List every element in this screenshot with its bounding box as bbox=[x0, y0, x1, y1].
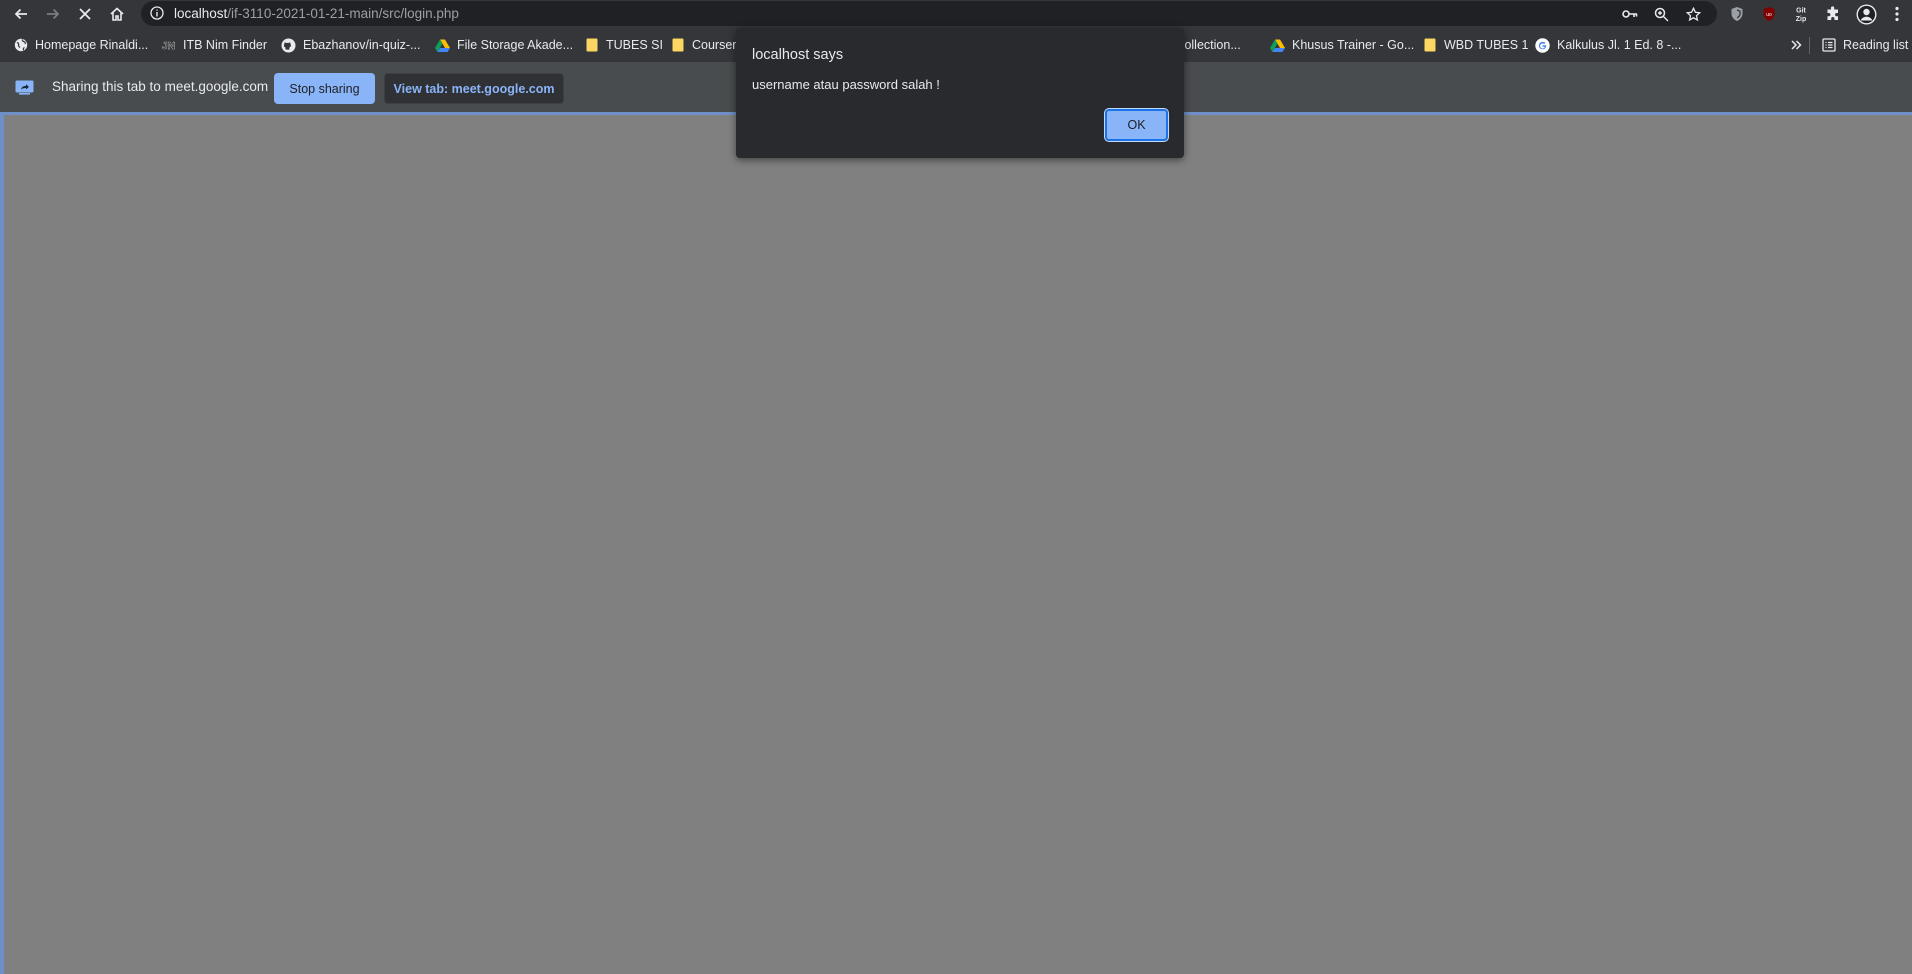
folder-icon bbox=[670, 38, 685, 53]
back-button[interactable] bbox=[9, 2, 33, 26]
svg-text:JN: JN bbox=[162, 41, 175, 52]
bookmark-label: ITB Nim Finder bbox=[183, 38, 268, 52]
bookmark-label: WBD TUBES 1 bbox=[1444, 38, 1529, 52]
reading-list-button[interactable]: Reading list bbox=[1821, 36, 1908, 54]
google-icon bbox=[1535, 37, 1550, 53]
google-drive-icon bbox=[1270, 38, 1285, 53]
chevron-double-right-icon bbox=[1788, 38, 1803, 53]
bookmark-label: Kalkulus Jl. 1 Ed. 8 -... bbox=[1557, 38, 1682, 52]
star-icon[interactable] bbox=[1684, 5, 1702, 23]
url-text: localhost/if-3110-2021-01-21-main/src/lo… bbox=[174, 6, 459, 21]
reading-list-label: Reading list bbox=[1843, 38, 1909, 52]
profile-avatar-icon[interactable] bbox=[1855, 3, 1877, 25]
stop-sharing-button[interactable]: Stop sharing bbox=[274, 73, 375, 104]
folder-icon bbox=[584, 38, 599, 53]
bookmark-khusus-trainer[interactable]: Khusus Trainer - Go... bbox=[1270, 36, 1414, 54]
ublock-icon[interactable]: uo bbox=[1758, 3, 1780, 25]
bookmark-label: Ebazhanov/in-quiz-... bbox=[303, 38, 421, 52]
ok-button[interactable]: OK bbox=[1104, 108, 1169, 142]
bookmark-label: File Storage Akade... bbox=[457, 38, 574, 52]
zoom-icon[interactable] bbox=[1652, 5, 1670, 23]
stop-loading-button[interactable] bbox=[73, 2, 97, 26]
key-icon[interactable] bbox=[1621, 5, 1639, 23]
bookmark-label: TUBES SI bbox=[606, 38, 663, 52]
info-icon[interactable] bbox=[150, 6, 164, 20]
home-icon bbox=[110, 7, 124, 21]
forward-button[interactable] bbox=[41, 2, 65, 26]
bookmark-homepage[interactable]: Homepage Rinaldi... bbox=[13, 36, 148, 54]
extensions-puzzle-icon[interactable] bbox=[1822, 3, 1844, 25]
reading-list-icon bbox=[1821, 38, 1836, 53]
sharing-status-text: Sharing this tab to meet.google.com bbox=[52, 79, 269, 94]
bookmark-wbd-tubes[interactable]: WBD TUBES 1 bbox=[1422, 36, 1529, 54]
svg-text:Zip: Zip bbox=[1796, 16, 1807, 23]
dialog-message: username atau password salah ! bbox=[752, 77, 940, 92]
address-bar[interactable]: localhost/if-3110-2021-01-21-main/src/lo… bbox=[141, 1, 1717, 26]
bookmark-kalkulus[interactable]: Kalkulus Jl. 1 Ed. 8 -... bbox=[1535, 36, 1681, 54]
bookmark-file-storage[interactable]: File Storage Akade... bbox=[435, 36, 573, 54]
browser-toolbar: localhost/if-3110-2021-01-21-main/src/lo… bbox=[0, 0, 1912, 27]
bookmarks-overflow-button[interactable] bbox=[1788, 36, 1803, 54]
globe-icon bbox=[13, 38, 28, 53]
jn-logo-icon: JN bbox=[161, 38, 176, 53]
page-content bbox=[0, 112, 1912, 974]
back-arrow-icon bbox=[14, 8, 27, 20]
bookmark-tubes-si[interactable]: TUBES SI bbox=[584, 36, 663, 54]
bookmark-coursera[interactable]: Coursera bbox=[670, 36, 743, 54]
google-drive-icon bbox=[435, 38, 450, 53]
bookmark-label: Khusus Trainer - Go... bbox=[1292, 38, 1415, 52]
shield-extension-icon[interactable] bbox=[1726, 3, 1748, 25]
home-button[interactable] bbox=[105, 2, 129, 26]
folder-icon bbox=[1422, 38, 1437, 53]
svg-text:uo: uo bbox=[1766, 12, 1772, 18]
bookmark-label: Homepage Rinaldi... bbox=[35, 38, 149, 52]
forward-arrow-icon bbox=[47, 8, 60, 20]
url-host: localhost bbox=[174, 6, 228, 21]
gitzip-icon[interactable]: Git Zip bbox=[1790, 3, 1812, 25]
bookmarks-divider bbox=[1809, 37, 1810, 54]
screen-share-icon bbox=[15, 80, 34, 95]
url-path: /if-3110-2021-01-21-main/src/login.php bbox=[227, 6, 459, 21]
dialog-title: localhost says bbox=[752, 47, 844, 63]
close-icon bbox=[79, 8, 91, 20]
bookmark-itb-nim-finder[interactable]: JN ITB Nim Finder bbox=[161, 36, 267, 54]
github-icon bbox=[281, 38, 296, 53]
bookmark-ebazhanov[interactable]: Ebazhanov/in-quiz-... bbox=[281, 36, 420, 54]
svg-text:Git: Git bbox=[1796, 8, 1806, 15]
view-tab-button[interactable]: View tab: meet.google.com bbox=[384, 73, 564, 104]
menu-kebab-icon[interactable] bbox=[1889, 3, 1905, 25]
alert-dialog: localhost says username atau password sa… bbox=[736, 28, 1184, 158]
